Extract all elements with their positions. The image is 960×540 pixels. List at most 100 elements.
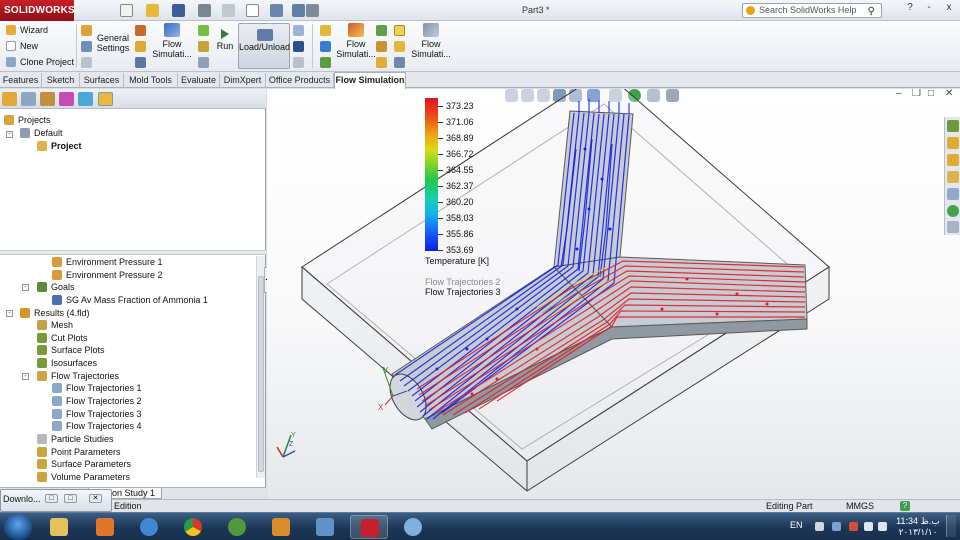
property-manager-tab-icon[interactable]: [21, 92, 36, 106]
status-units[interactable]: MMGS: [846, 500, 874, 512]
tab-features[interactable]: Features: [0, 73, 42, 88]
tree-item-environment-pressure-2[interactable]: Environment Pressure 2: [52, 269, 163, 281]
status-help-icon[interactable]: ?: [900, 501, 910, 511]
taskbar-solidworks[interactable]: [350, 515, 388, 539]
taskbar-app-4[interactable]: [218, 515, 256, 539]
particle-study-icon[interactable]: [320, 57, 331, 68]
downloads-restore-icon[interactable]: □: [45, 494, 58, 503]
configuration-manager-tab-icon[interactable]: [40, 92, 55, 106]
tree-item-particle-studies[interactable]: Particle Studies: [37, 433, 114, 445]
taskbar-internet[interactable]: [130, 515, 168, 539]
tree-item-flow-trajectories[interactable]: Flow Trajectories: [37, 370, 119, 382]
print-icon[interactable]: [198, 4, 211, 17]
mesh-settings-icon[interactable]: [81, 57, 92, 68]
results-list-icon[interactable]: [293, 57, 304, 68]
tree-item-surface-plots[interactable]: Surface Plots: [37, 344, 105, 356]
options-icon[interactable]: [306, 4, 319, 17]
collapse-toggle[interactable]: -: [22, 284, 29, 291]
goal-plot-icon[interactable]: [376, 41, 387, 52]
tray-icon[interactable]: [815, 522, 824, 531]
search-icon[interactable]: ⚲: [868, 5, 875, 18]
open-folder-icon[interactable]: [146, 4, 159, 17]
panel-splitter[interactable]: [0, 250, 266, 255]
downloads-maximize-icon[interactable]: □: [64, 494, 77, 503]
flow-simulation-tools-button[interactable]: Flow Simulati...: [410, 23, 452, 59]
check-geometry-icon[interactable]: [198, 25, 209, 36]
tree-item-cut-plots[interactable]: Cut Plots: [37, 332, 88, 344]
tree-item-mesh[interactable]: Mesh: [37, 319, 73, 331]
feature-manager-tab-icon[interactable]: [2, 92, 17, 106]
tree-item-goal-ammonia[interactable]: SG Av Mass Fraction of Ammonia 1: [52, 294, 208, 306]
tree-item-flow-trajectories-1[interactable]: Flow Trajectories 1: [52, 382, 142, 394]
load-unload-button[interactable]: Load/Unload: [238, 23, 290, 69]
new-document-icon[interactable]: [120, 4, 133, 17]
tree-item-flow-trajectories-3[interactable]: Flow Trajectories 3: [52, 408, 142, 420]
computational-domain-icon[interactable]: [81, 41, 92, 52]
rebuild-icon[interactable]: [270, 4, 283, 17]
tree-item-surface-parameters[interactable]: Surface Parameters: [37, 458, 131, 470]
tab-office-products[interactable]: Office Products: [266, 73, 334, 88]
system-clock[interactable]: 11:34 ب.ظ ۲۰۱۳/۱/۱۰: [893, 516, 943, 538]
wizard-button[interactable]: Wizard: [4, 23, 48, 37]
tab-surfaces[interactable]: Surfaces: [80, 73, 124, 88]
display-toggle-icon[interactable]: [394, 25, 405, 36]
run-button[interactable]: Run: [214, 29, 236, 51]
plot-xy-icon[interactable]: [376, 25, 387, 36]
volume-icon[interactable]: [878, 522, 887, 531]
results-save-icon[interactable]: [293, 41, 304, 52]
engineering-database-icon[interactable]: [198, 41, 209, 52]
tree-item-point-parameters[interactable]: Point Parameters: [37, 446, 121, 458]
report-icon[interactable]: [376, 57, 387, 68]
goals-toolbar-icon[interactable]: [135, 41, 146, 52]
tab-flow-simulation[interactable]: Flow Simulation: [334, 72, 406, 89]
batch-run-icon[interactable]: [198, 57, 209, 68]
language-indicator[interactable]: EN: [790, 520, 803, 530]
flow-trajectories-toolbar-icon[interactable]: [320, 41, 331, 52]
network-icon[interactable]: [864, 522, 873, 531]
tree-item-isosurfaces[interactable]: Isosurfaces: [37, 357, 97, 369]
collapse-toggle[interactable]: -: [6, 131, 13, 138]
tree-item-flow-trajectories-4[interactable]: Flow Trajectories 4: [52, 420, 142, 432]
downloads-window[interactable]: Downlo... □ □ ✕: [0, 489, 112, 512]
graphics-area[interactable]: – ❐ □ ✕ Y X Y Z 373.23 371.06 368.89 366…: [267, 89, 960, 499]
general-settings-button[interactable]: General Settings: [96, 33, 130, 53]
collapse-toggle[interactable]: -: [6, 310, 13, 317]
undo-icon[interactable]: [222, 4, 235, 17]
transparency-icon[interactable]: [320, 25, 331, 36]
taskbar-chrome[interactable]: [174, 515, 212, 539]
help-menu-button[interactable]: ?: [903, 2, 917, 13]
flow-simulation-button[interactable]: Flow Simulati...: [152, 23, 192, 59]
tab-dimxpert[interactable]: DimXpert: [220, 73, 266, 88]
new-project-button[interactable]: New: [4, 39, 38, 53]
tray-icon[interactable]: [832, 522, 841, 531]
dimxpert-manager-tab-icon[interactable]: [59, 92, 74, 106]
scrollbar-thumb[interactable]: [258, 276, 264, 472]
general-settings-small-icon[interactable]: [81, 25, 92, 36]
probe-icon[interactable]: [394, 57, 405, 68]
flow-simulation-results-button[interactable]: Flow Simulati...: [336, 23, 376, 59]
boundary-condition-icon[interactable]: [135, 25, 146, 36]
tab-evaluate[interactable]: Evaluate: [178, 73, 220, 88]
tree-item-environment-pressure-1[interactable]: Environment Pressure 1: [52, 256, 163, 268]
collapse-toggle[interactable]: -: [22, 373, 29, 380]
tree-item-projects[interactable]: Projects: [4, 114, 51, 126]
taskbar-app-6[interactable]: [306, 515, 344, 539]
solidworks-logo[interactable]: SOLIDWORKS: [0, 0, 75, 21]
taskbar-media-player[interactable]: [262, 515, 300, 539]
tree-item-project[interactable]: Project: [37, 140, 82, 152]
calculation-control-icon[interactable]: [135, 57, 146, 68]
help-search-input[interactable]: Search SolidWorks Help ⚲: [742, 3, 882, 18]
file-properties-icon[interactable]: [292, 4, 305, 17]
taskbar-office[interactable]: [86, 515, 124, 539]
toolbox-icon[interactable]: [394, 41, 405, 52]
show-desktop-button[interactable]: [946, 515, 956, 537]
tree-item-flow-trajectories-2[interactable]: Flow Trajectories 2: [52, 395, 142, 407]
flow-analysis-tab-icon[interactable]: [98, 92, 113, 106]
downloads-close-icon[interactable]: ✕: [89, 494, 102, 503]
display-manager-tab-icon[interactable]: [78, 92, 93, 106]
taskbar-paint[interactable]: [394, 515, 432, 539]
tree-item-goals[interactable]: Goals: [37, 281, 75, 293]
results-cut-plot-icon[interactable]: [293, 25, 304, 36]
tab-mold-tools[interactable]: Mold Tools: [124, 73, 178, 88]
tray-icon[interactable]: [849, 522, 858, 531]
